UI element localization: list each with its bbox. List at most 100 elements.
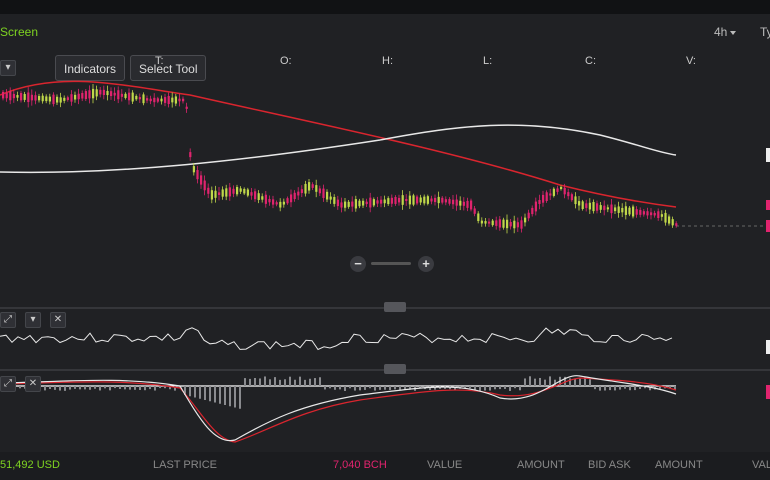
candle-body — [336, 199, 339, 207]
histogram-bar — [189, 386, 191, 397]
candle-body — [549, 193, 552, 196]
amount-label: AMOUNT — [517, 459, 565, 471]
candle-body — [369, 197, 372, 208]
histogram-bar — [244, 378, 246, 386]
candle-body — [545, 192, 548, 202]
expand-icon[interactable]: ⤢ — [0, 376, 16, 392]
candle-body — [239, 188, 242, 192]
candle-body — [164, 97, 167, 103]
candle-body — [88, 90, 91, 99]
candle-body — [563, 187, 566, 195]
candle-body — [153, 97, 156, 103]
candle-body — [524, 217, 527, 223]
oscillator-line — [0, 327, 673, 351]
candle-body — [538, 200, 541, 204]
expand-icon[interactable]: ⤢ — [0, 312, 16, 328]
minus-icon[interactable]: − — [350, 256, 366, 272]
candle-body — [12, 93, 15, 99]
histogram-bar — [539, 377, 541, 386]
candle-body — [527, 212, 530, 219]
candle-body — [495, 220, 498, 226]
chart-canvas[interactable] — [0, 0, 770, 452]
histogram-bar — [499, 386, 501, 390]
candle-body — [326, 191, 329, 200]
balance-value: 51,492 USD — [0, 459, 60, 471]
candle-body — [59, 97, 62, 103]
histogram-bar — [314, 378, 316, 386]
histogram-bar — [569, 378, 571, 386]
candle-body — [412, 195, 415, 205]
histogram-bar — [199, 386, 201, 399]
candle-body — [653, 212, 656, 216]
histogram-bar — [224, 386, 226, 405]
zoom-slider[interactable] — [371, 262, 411, 265]
histogram-bar — [579, 378, 581, 386]
histogram-bar — [209, 386, 211, 402]
candle-body — [279, 201, 282, 208]
histogram-bar — [204, 386, 206, 400]
candle-body — [300, 189, 303, 194]
histogram-bar — [349, 386, 351, 389]
histogram-bar — [219, 386, 221, 404]
histogram-bar — [194, 386, 196, 398]
histogram-bar — [74, 386, 76, 389]
candle-body — [106, 90, 109, 96]
candle-body — [189, 152, 192, 158]
candle-body — [142, 94, 145, 104]
candle-body — [448, 199, 451, 204]
histogram-bar — [604, 386, 606, 391]
candle-body — [506, 219, 509, 229]
candle-body — [250, 192, 253, 196]
ma-white-line — [0, 124, 677, 174]
candle-body — [210, 190, 213, 200]
candle-body — [441, 197, 444, 203]
candle-body — [135, 95, 138, 100]
drag-handle-icon[interactable] — [384, 302, 406, 312]
candle-body — [632, 206, 635, 217]
candle-body — [664, 212, 667, 223]
histogram-bar — [319, 377, 321, 386]
arrow-down-icon[interactable]: ▾ — [25, 312, 41, 328]
candle-body — [156, 98, 159, 102]
candle-body — [588, 202, 591, 210]
histogram-bar — [629, 386, 631, 391]
value-label-2: VAL — [752, 459, 770, 471]
candle-body — [95, 89, 98, 97]
plus-icon[interactable]: + — [418, 256, 434, 272]
histogram-bar — [119, 386, 121, 389]
candle-body — [383, 199, 386, 204]
candle-body — [671, 219, 674, 226]
close-icon[interactable]: ✕ — [25, 376, 41, 392]
drag-handle-icon[interactable] — [384, 364, 406, 374]
candle-body — [578, 201, 581, 206]
candle-body — [358, 200, 361, 207]
candle-body — [196, 170, 199, 180]
candle-body — [318, 188, 321, 194]
histogram-bar — [619, 386, 621, 390]
candle-body — [257, 193, 260, 200]
histogram-bar — [344, 386, 346, 391]
candle-body — [556, 188, 559, 192]
candle-body — [362, 200, 365, 206]
candle-body — [77, 93, 80, 100]
candle-body — [182, 98, 185, 102]
candle-body — [110, 91, 113, 97]
histogram-bar — [634, 386, 636, 391]
candle-body — [394, 196, 397, 204]
candle-body — [304, 183, 307, 194]
histogram-bar — [544, 379, 546, 386]
candle-body — [347, 201, 350, 207]
histogram-bar — [54, 386, 56, 390]
candle-body — [27, 92, 30, 103]
histogram-bar — [519, 386, 521, 391]
candle-body — [167, 95, 170, 105]
candle-body — [192, 166, 195, 173]
candle-body — [444, 199, 447, 203]
candle-body — [120, 93, 123, 97]
histogram-bar — [334, 386, 336, 390]
candle-body — [376, 200, 379, 204]
price-marker — [766, 340, 770, 354]
candle-body — [329, 196, 332, 200]
histogram-bar — [44, 386, 46, 391]
close-icon[interactable]: ✕ — [50, 312, 66, 328]
